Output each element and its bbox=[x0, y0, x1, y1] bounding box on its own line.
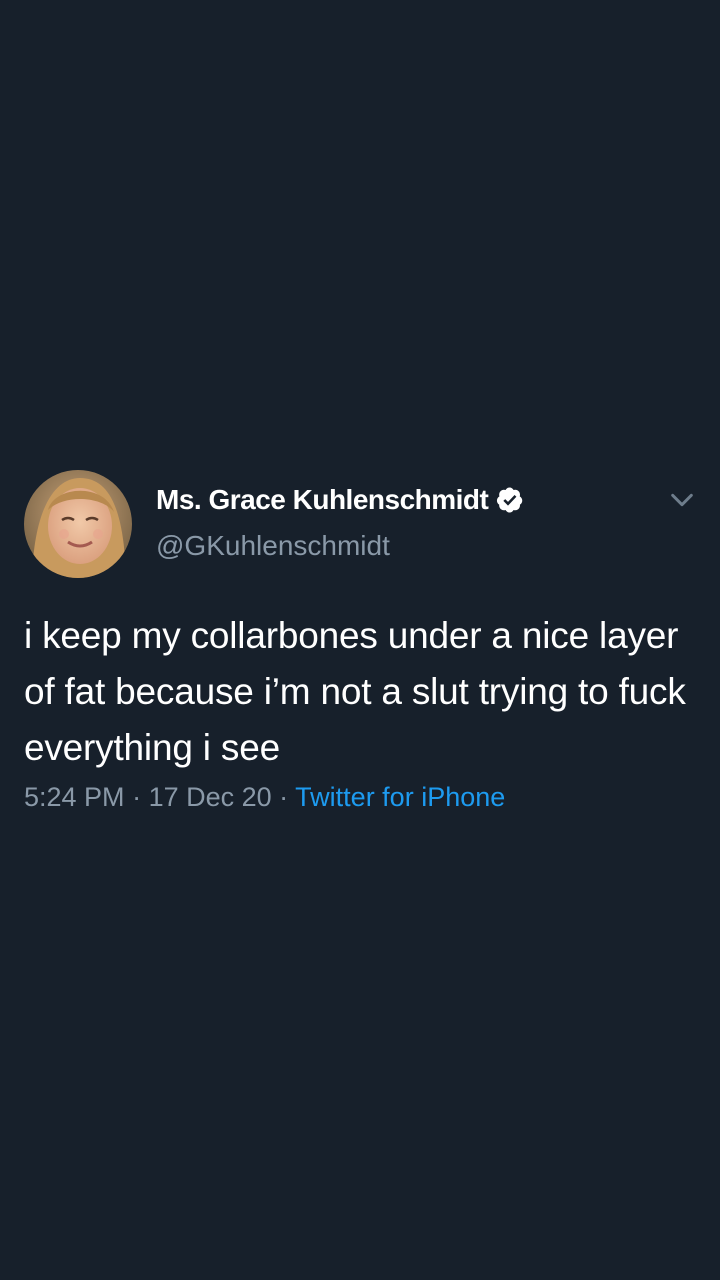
tweet-text: i keep my collarbones under a nice layer… bbox=[24, 615, 686, 768]
screen: Ms. Grace Kuhlenschmidt @GKuhlenschmidt … bbox=[0, 0, 720, 1280]
avatar[interactable] bbox=[24, 470, 132, 578]
handle[interactable]: @GKuhlenschmidt bbox=[156, 530, 524, 562]
tweet-meta: 5:24 PM · 17 Dec 20 · Twitter for iPhone bbox=[24, 782, 696, 813]
meta-separator: · bbox=[271, 782, 296, 812]
tweet[interactable]: Ms. Grace Kuhlenschmidt @GKuhlenschmidt … bbox=[24, 470, 696, 813]
tweet-author[interactable]: Ms. Grace Kuhlenschmidt @GKuhlenschmidt bbox=[156, 480, 524, 562]
verified-badge-icon bbox=[497, 487, 523, 513]
display-name[interactable]: Ms. Grace Kuhlenschmidt bbox=[156, 484, 489, 516]
tweet-date: 17 Dec 20 bbox=[148, 782, 272, 812]
avatar-photo bbox=[24, 470, 132, 578]
meta-separator: · bbox=[124, 782, 149, 812]
tweet-source-link[interactable]: Twitter for iPhone bbox=[295, 782, 505, 812]
display-name-row: Ms. Grace Kuhlenschmidt bbox=[156, 480, 524, 520]
tweet-time: 5:24 PM bbox=[24, 782, 125, 812]
chevron-down-icon[interactable] bbox=[668, 486, 696, 514]
tweet-header: Ms. Grace Kuhlenschmidt @GKuhlenschmidt bbox=[24, 470, 696, 578]
